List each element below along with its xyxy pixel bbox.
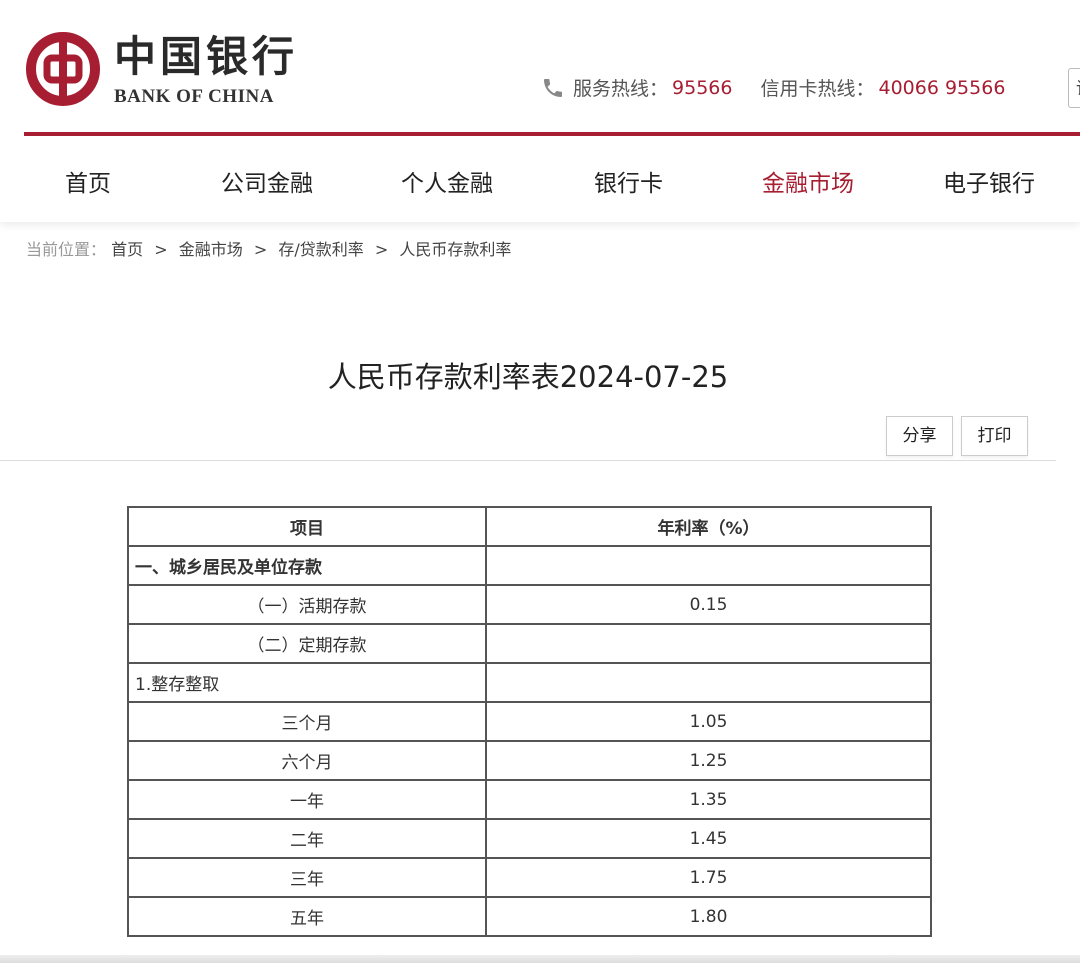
search-box-partial[interactable]: 请 [1068, 68, 1080, 108]
bank-of-china-logo-icon [26, 32, 100, 106]
table-cell-item: 五年 [127, 896, 487, 937]
table-cell-item: 二年 [127, 818, 487, 859]
table-row: （二）定期存款 [127, 623, 932, 664]
table-cell-rate: 1.75 [485, 857, 932, 898]
column-header-item: 项目 [127, 506, 487, 547]
breadcrumb-separator: > [154, 240, 168, 259]
table-cell-rate: 1.45 [485, 818, 932, 859]
bank-logo[interactable]: 中国银行 BANK OF CHINA [26, 32, 298, 108]
breadcrumb-separator: > [253, 240, 268, 259]
table-cell-rate: 1.35 [485, 779, 932, 820]
nav-item-e-banking[interactable]: 电子银行 [943, 164, 1035, 198]
nav-item-personal-banking[interactable]: 个人金融 [401, 164, 493, 198]
table-cell-rate: 0.15 [485, 584, 932, 625]
phone-icon [544, 78, 562, 97]
table-cell-item: 六个月 [127, 740, 487, 781]
table-row: 三个月 1.05 [127, 701, 932, 742]
table-row: 五年 1.80 [127, 896, 932, 937]
table-cell-rate [485, 545, 932, 586]
deposit-rate-table: 项目 年利率（%） 一、城乡居民及单位存款 （一）活期存款 0.15 （二）定期… [127, 506, 932, 937]
logo-text-en: BANK OF CHINA [114, 86, 274, 107]
nav-item-financial-markets[interactable]: 金融市场 [762, 164, 854, 198]
print-button[interactable]: 打印 [961, 416, 1028, 456]
credit-hotline-label: 信用卡热线： [760, 78, 875, 100]
service-hotline-label: 服务热线： [573, 78, 669, 100]
share-button[interactable]: 分享 [886, 416, 953, 456]
content-divider [0, 460, 1056, 461]
page-title: 人民币存款利率表2024-07-25 [327, 360, 729, 394]
table-cell-item: （一）活期存款 [127, 584, 487, 625]
column-header-rate: 年利率（%） [485, 506, 932, 547]
table-cell-item: 一、城乡居民及单位存款 [127, 545, 487, 586]
breadcrumb-deposit-loan-rates[interactable]: 存/贷款利率 [278, 240, 363, 259]
table-row: 一年 1.35 [127, 779, 932, 820]
breadcrumb-rmb-deposit-rates[interactable]: 人民币存款利率 [399, 240, 511, 259]
nav-item-bank-cards[interactable]: 银行卡 [594, 164, 663, 198]
breadcrumb-home[interactable]: 首页 [111, 240, 143, 259]
nav-item-home[interactable]: 首页 [65, 164, 111, 198]
table-cell-rate [485, 623, 932, 664]
table-row: （一）活期存款 0.15 [127, 584, 932, 625]
browser-bottom-edge [0, 955, 1080, 963]
table-row: 1.整存整取 [127, 662, 932, 703]
breadcrumb-financial-markets[interactable]: 金融市场 [179, 240, 243, 259]
credit-hotline-number[interactable]: 40066 95566 [878, 77, 1005, 99]
table-cell-item: 一年 [127, 779, 487, 820]
table-row: 一、城乡居民及单位存款 [127, 545, 932, 586]
table-cell-item: 1.整存整取 [127, 662, 487, 703]
site-header: 中国银行 BANK OF CHINA 服务热线： 95566 信用卡热线： 40… [0, 0, 1080, 222]
nav-item-corporate-banking[interactable]: 公司金融 [221, 164, 313, 198]
table-cell-item: 三年 [127, 857, 487, 898]
breadcrumb-prefix: 当前位置： [26, 240, 107, 259]
table-cell-rate [485, 662, 932, 703]
table-cell-item: 三个月 [127, 701, 487, 742]
table-header-row: 项目 年利率（%） [127, 506, 932, 547]
breadcrumb: 当前位置： 首页 > 金融市场 > 存/贷款利率 > 人民币存款利率 [26, 236, 511, 260]
logo-text-cn: 中国银行 [114, 32, 299, 81]
table-cell-rate: 1.80 [485, 896, 932, 937]
table-row: 二年 1.45 [127, 818, 932, 859]
table-cell-rate: 1.25 [485, 740, 932, 781]
breadcrumb-separator: > [374, 240, 389, 259]
header-divider [24, 132, 1080, 136]
table-row: 六个月 1.25 [127, 740, 932, 781]
main-nav: 首页 公司金融 个人金融 银行卡 金融市场 电子银行 [0, 164, 1080, 198]
table-row: 三年 1.75 [127, 857, 932, 898]
table-cell-item: （二）定期存款 [127, 623, 487, 664]
hotlines: 服务热线： 95566 信用卡热线： 40066 95566 [541, 74, 1005, 101]
service-hotline-number[interactable]: 95566 [672, 77, 732, 99]
table-cell-rate: 1.05 [485, 701, 932, 742]
